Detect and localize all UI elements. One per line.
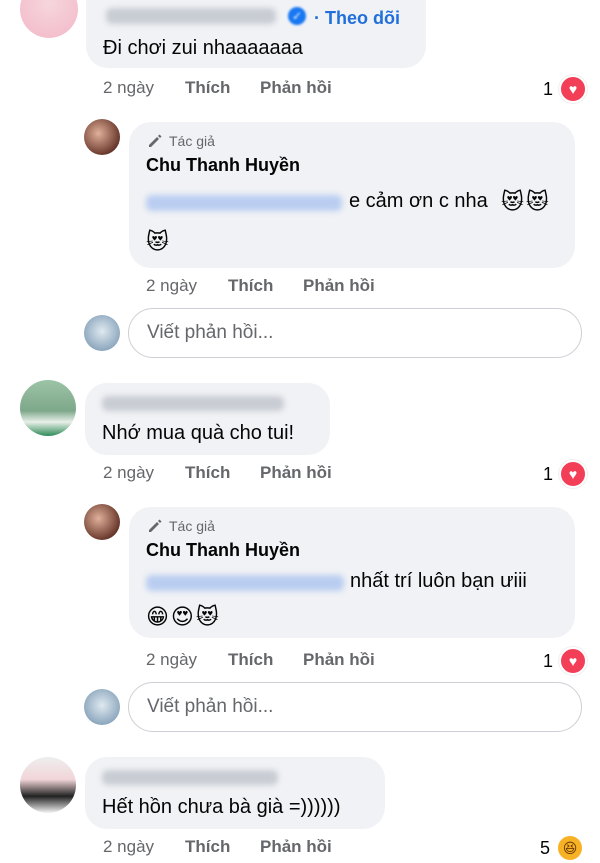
commenter-avatar[interactable] xyxy=(20,380,76,436)
reaction-count[interactable]: 1 ♥ xyxy=(543,460,588,488)
comment-time[interactable]: 2 ngày xyxy=(103,78,154,98)
author-avatar[interactable] xyxy=(84,504,120,540)
my-avatar xyxy=(84,315,120,351)
pen-icon xyxy=(149,519,162,532)
reaction-count[interactable]: 5 😆 xyxy=(540,834,585,862)
commenter-name-blurred[interactable] xyxy=(102,396,284,411)
verified-icon: ✓ xyxy=(288,7,306,25)
comment-text: Nhớ mua quà cho tui! xyxy=(102,422,295,444)
commenter-name-blurred[interactable] xyxy=(106,8,276,24)
reply-button[interactable]: Phản hồi xyxy=(260,463,332,483)
author-avatar[interactable] xyxy=(84,119,120,155)
emoji-heart-eyes-cat: 😻 xyxy=(146,229,169,254)
reply-text: e cảm ơn c nha xyxy=(349,190,488,212)
like-button[interactable]: Thích xyxy=(228,650,273,670)
reply-input[interactable]: Viết phản hồi... xyxy=(128,682,582,732)
author-name[interactable]: Chu Thanh Huyền xyxy=(146,540,300,561)
emoji-heart-eyes-cat: 😻😻 xyxy=(501,189,551,214)
heart-icon: ♥ xyxy=(559,75,588,103)
reply-input-placeholder: Viết phản hồi... xyxy=(147,696,274,717)
emoji-grin-heart-eyes-cat: 😁😍😻 xyxy=(146,604,221,629)
reaction-count[interactable]: 1 ♥ xyxy=(543,75,588,103)
comment-time[interactable]: 2 ngày xyxy=(103,463,154,483)
author-badge: Tác giả xyxy=(147,518,215,534)
like-button[interactable]: Thích xyxy=(185,463,230,483)
reply-button[interactable]: Phản hồi xyxy=(260,837,332,857)
comment-time[interactable]: 2 ngày xyxy=(103,837,154,857)
mention-tag-blurred[interactable] xyxy=(146,575,344,591)
my-avatar xyxy=(84,689,120,725)
comment-text: Đi chơi zui nhaaaaaaa xyxy=(103,37,303,59)
commenter-avatar[interactable] xyxy=(20,0,78,38)
reply-time[interactable]: 2 ngày xyxy=(146,650,197,670)
reply-button[interactable]: Phản hồi xyxy=(260,78,332,98)
commenter-name-blurred[interactable] xyxy=(102,770,278,785)
like-button[interactable]: Thích xyxy=(185,837,230,857)
reply-button[interactable]: Phản hồi xyxy=(303,650,375,670)
author-badge: Tác giả xyxy=(147,133,215,149)
author-name[interactable]: Chu Thanh Huyền xyxy=(146,155,300,176)
commenter-avatar[interactable] xyxy=(20,757,76,813)
like-button[interactable]: Thích xyxy=(185,78,230,98)
haha-icon: 😆 xyxy=(556,834,585,862)
reply-time[interactable]: 2 ngày xyxy=(146,276,197,296)
pen-icon xyxy=(149,134,162,147)
heart-icon: ♥ xyxy=(559,647,588,675)
follow-link[interactable]: · Theo dõi xyxy=(314,8,400,29)
comment-text: Hết hồn chưa bà già =)))))) xyxy=(102,796,341,818)
mention-tag-blurred[interactable] xyxy=(146,195,342,211)
reply-input-placeholder: Viết phản hồi... xyxy=(147,322,274,343)
reply-button[interactable]: Phản hồi xyxy=(303,276,375,296)
like-button[interactable]: Thích xyxy=(228,276,273,296)
reply-input[interactable]: Viết phản hồi... xyxy=(128,308,582,358)
reaction-count[interactable]: 1 ♥ xyxy=(543,647,588,675)
heart-icon: ♥ xyxy=(559,460,588,488)
reply-text: nhất trí luôn bạn ưiii xyxy=(350,570,527,592)
